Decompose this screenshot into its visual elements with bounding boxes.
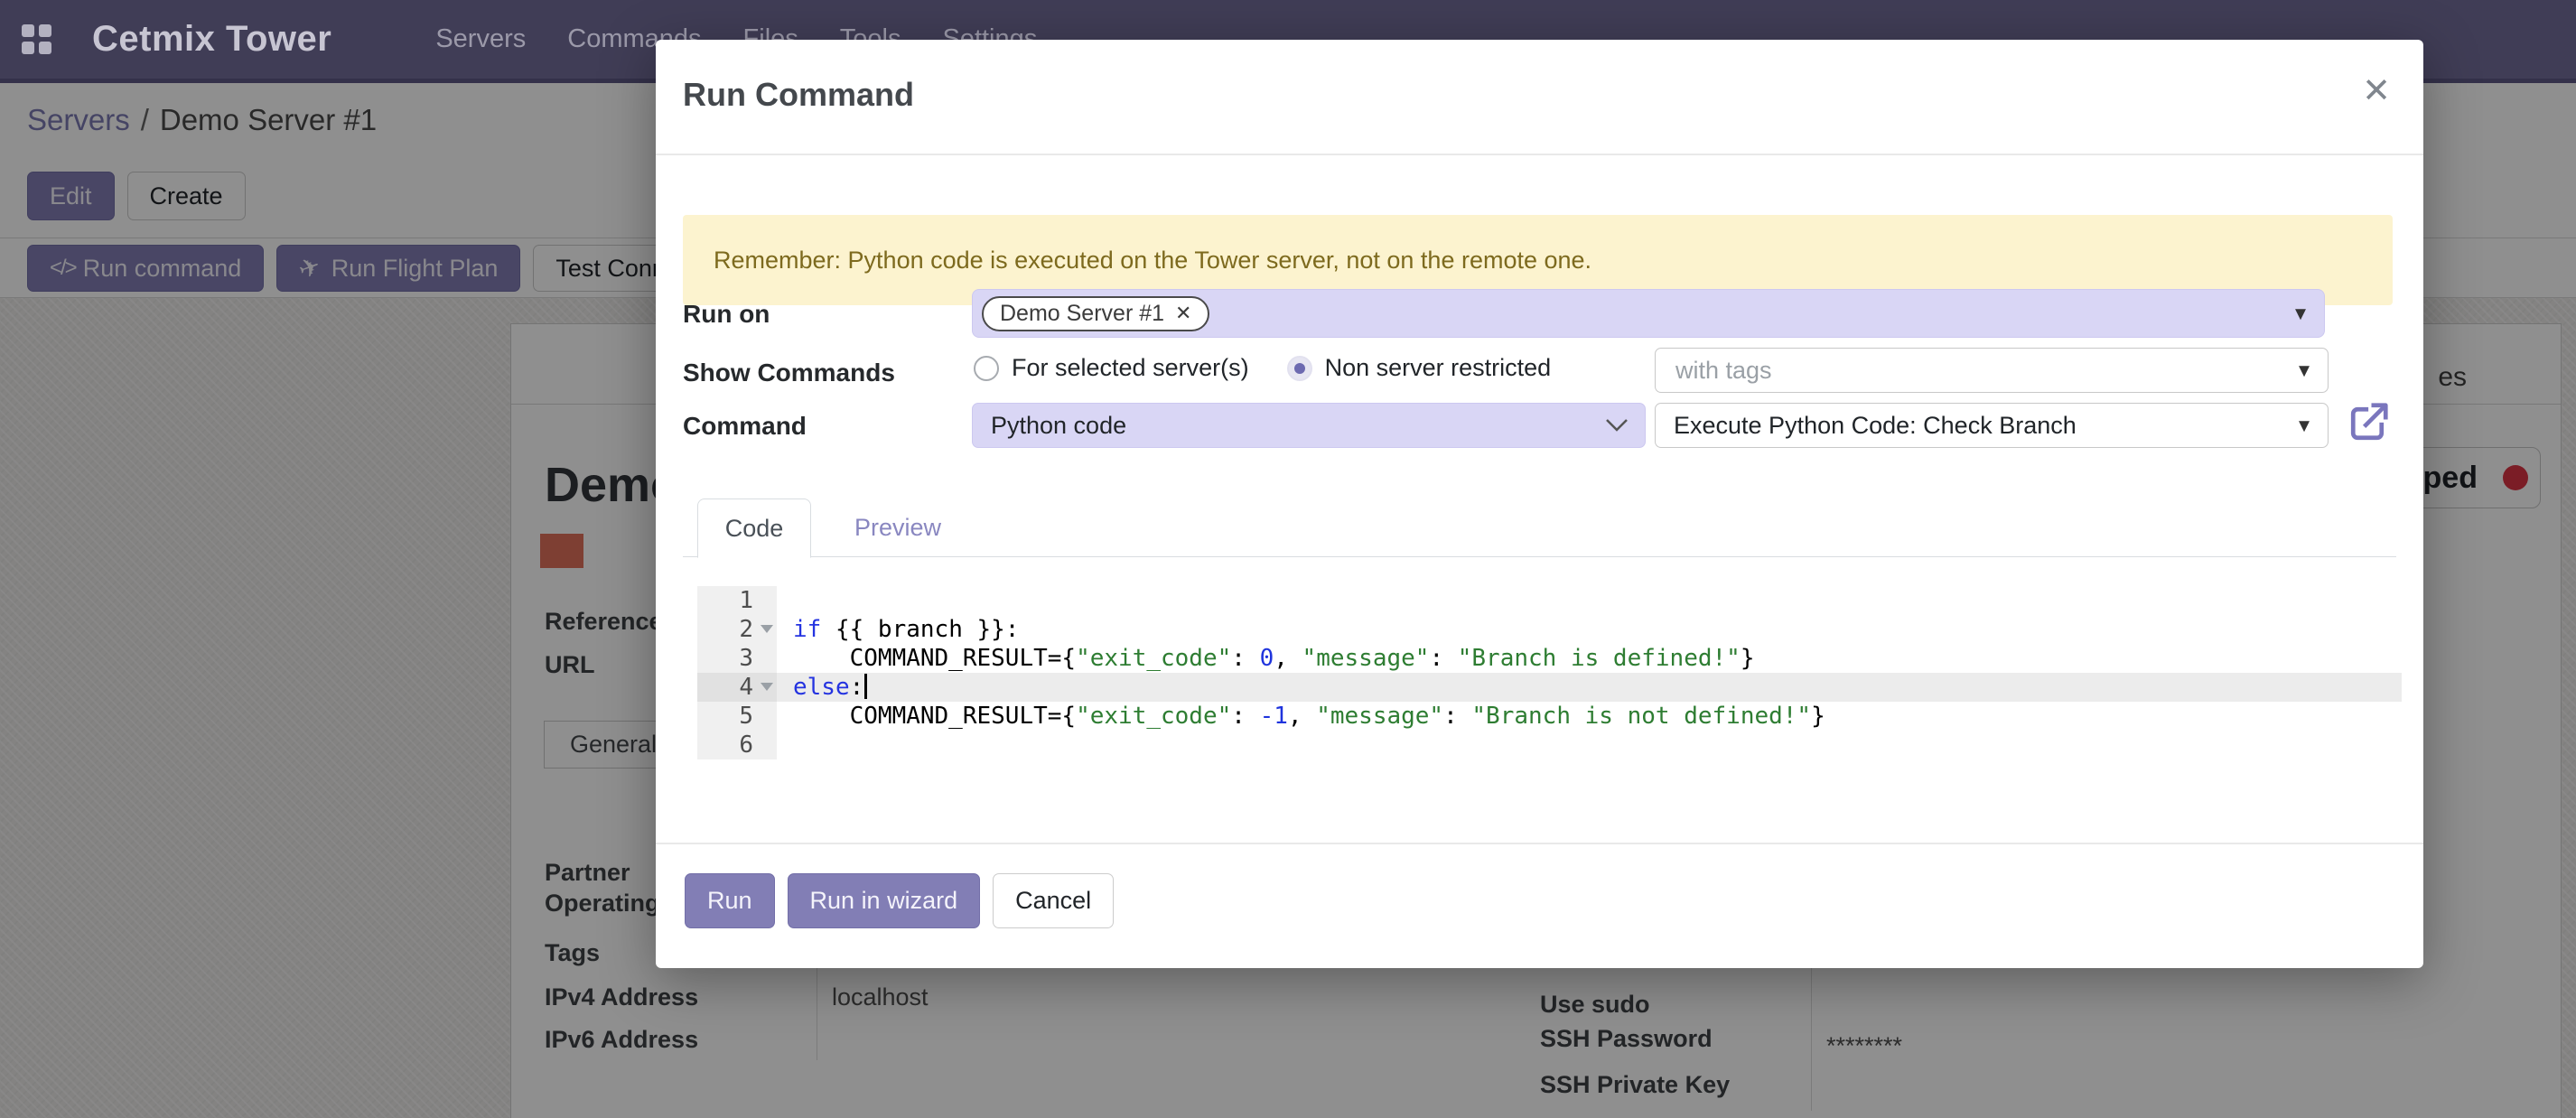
run-on-field[interactable]: Demo Server #1 ✕ ▾: [972, 289, 2325, 338]
editor-code-1: [777, 586, 2402, 615]
editor-gutter-6: 6: [697, 731, 777, 759]
modal-footer: Run Run in wizard Cancel: [656, 843, 2423, 968]
editor-line-1[interactable]: 1: [697, 586, 2402, 615]
with-tags-placeholder: with tags: [1675, 357, 1772, 385]
notebook-tabs-divider: [683, 556, 2396, 557]
editor-gutter-1: 1: [697, 586, 777, 615]
radio-selected-icon: [1287, 356, 1312, 381]
run-in-wizard-button[interactable]: Run in wizard: [788, 873, 981, 928]
editor-code-5: COMMAND_RESULT={"exit_code": -1, "messag…: [777, 702, 2402, 731]
editor-code-4: else:: [777, 673, 2402, 702]
command-type-select[interactable]: Python code: [972, 403, 1646, 448]
editor-gutter-5: 5: [697, 702, 777, 731]
show-commands-radio-group: For selected server(s) Non server restri…: [974, 354, 1551, 382]
show-commands-label: Show Commands: [683, 359, 895, 387]
editor-line-6[interactable]: 6: [697, 731, 2402, 759]
modal-header-divider: [656, 154, 2423, 155]
chevron-down-icon: ▾: [2299, 358, 2310, 384]
screen: Servers/Demo Server #1 Edit Create </> R…: [0, 0, 2576, 1118]
server-tag[interactable]: Demo Server #1 ✕: [982, 296, 1209, 331]
text-cursor: [864, 674, 867, 699]
editor-gutter-2: 2: [697, 615, 777, 644]
modal-title: Run Command: [683, 76, 914, 114]
with-tags-select[interactable]: with tags ▾: [1655, 348, 2329, 393]
chevron-down-icon: ▾: [2299, 413, 2310, 439]
radio-for-selected-servers[interactable]: For selected server(s): [974, 354, 1249, 382]
nav-item-servers[interactable]: Servers: [435, 24, 526, 54]
editor-line-5[interactable]: 5 COMMAND_RESULT={"exit_code": -1, "mess…: [697, 702, 2402, 731]
command-label: Command: [683, 412, 807, 441]
editor-line-2[interactable]: 2if {{ branch }}:: [697, 615, 2402, 644]
editor-gutter-3: 3: [697, 644, 777, 673]
editor-line-4[interactable]: 4else:: [697, 673, 2402, 702]
tag-remove-icon[interactable]: ✕: [1175, 302, 1191, 325]
select-chevron-icon: [1605, 418, 1629, 433]
cancel-button[interactable]: Cancel: [993, 873, 1114, 928]
editor-code-2: if {{ branch }}:: [777, 615, 2402, 644]
close-icon[interactable]: ✕: [2362, 70, 2391, 111]
command-type-value: Python code: [991, 412, 1126, 440]
open-record-external-link-icon[interactable]: [2343, 399, 2392, 448]
tab-preview[interactable]: Preview: [833, 498, 963, 556]
chevron-down-icon: ▾: [2295, 301, 2306, 327]
editor-code-6: [777, 731, 2402, 759]
server-tag-label: Demo Server #1: [1000, 301, 1164, 327]
radio-non-server-restricted-label: Non server restricted: [1325, 354, 1552, 382]
fold-caret-icon[interactable]: [761, 625, 773, 633]
radio-for-selected-servers-label: For selected server(s): [1012, 354, 1249, 382]
alert-text: Remember: Python code is executed on the…: [714, 247, 1591, 275]
tab-code[interactable]: Code: [697, 498, 811, 558]
radio-unselected-icon: [974, 356, 999, 381]
fold-caret-icon[interactable]: [761, 683, 773, 691]
editor-code-3: COMMAND_RESULT={"exit_code": 0, "message…: [777, 644, 2402, 673]
command-select[interactable]: Execute Python Code: Check Branch ▾: [1655, 403, 2329, 448]
app-brand[interactable]: Cetmix Tower: [92, 19, 331, 60]
editor-line-3[interactable]: 3 COMMAND_RESULT={"exit_code": 0, "messa…: [697, 644, 2402, 673]
radio-non-server-restricted[interactable]: Non server restricted: [1287, 354, 1552, 382]
editor-gutter-4: 4: [697, 673, 777, 702]
command-value: Execute Python Code: Check Branch: [1674, 412, 2077, 440]
run-button[interactable]: Run: [685, 873, 775, 928]
run-on-label: Run on: [683, 300, 770, 329]
run-command-modal: Run Command ✕ Remember: Python code is e…: [656, 40, 2423, 968]
apps-menu-icon[interactable]: [22, 24, 52, 55]
code-editor[interactable]: 12if {{ branch }}:3 COMMAND_RESULT={"exi…: [697, 586, 2402, 759]
